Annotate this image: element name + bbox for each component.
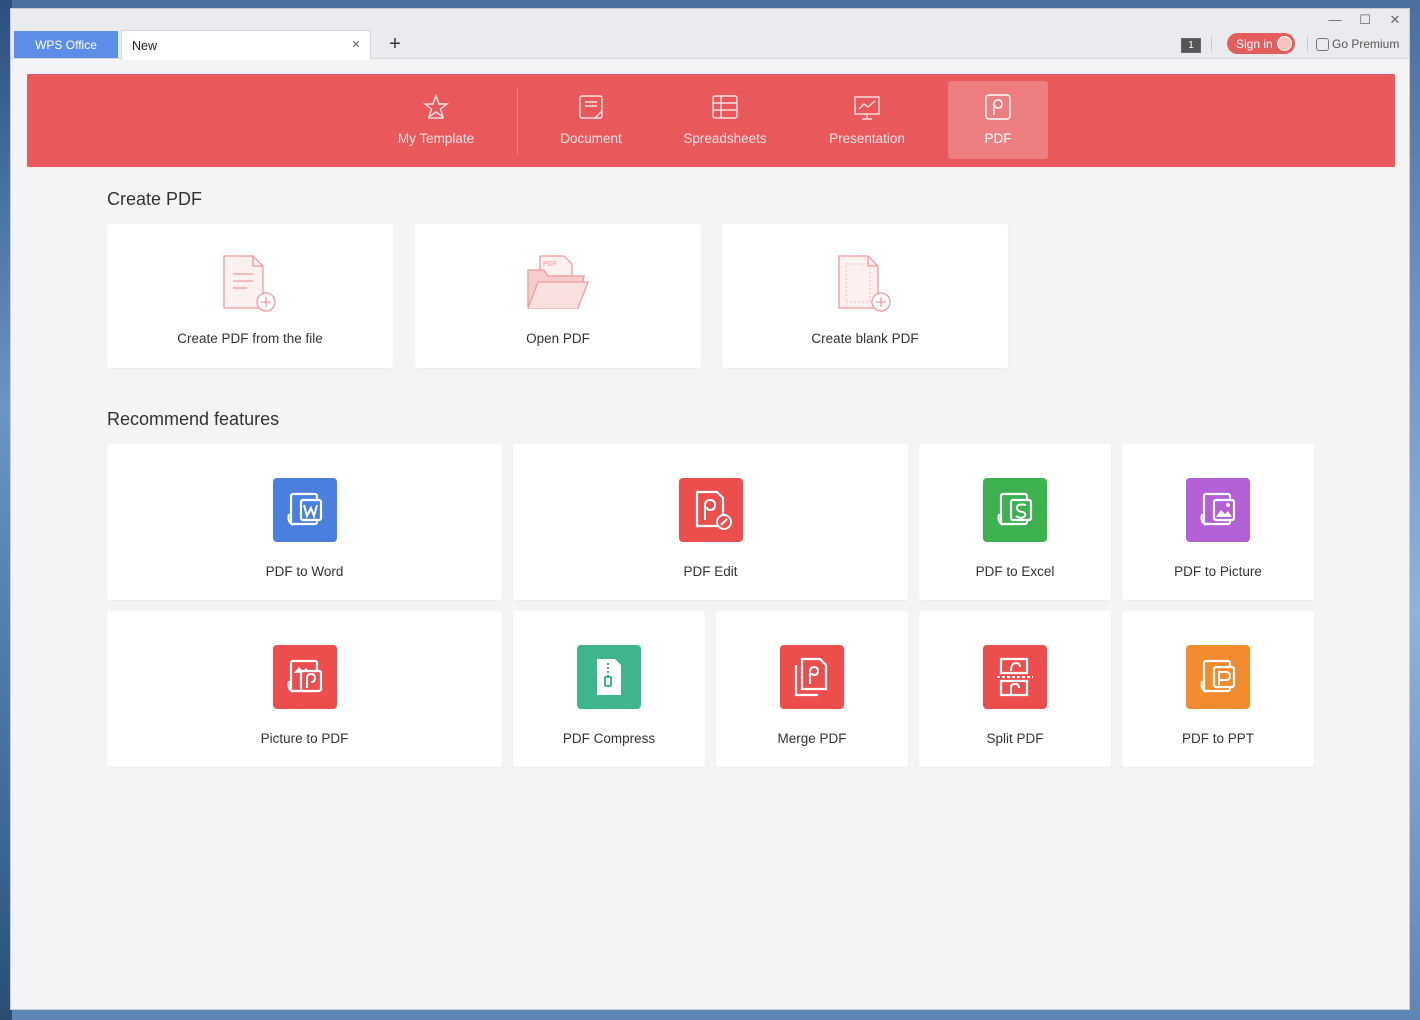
card-label: PDF to Excel xyxy=(975,564,1055,579)
wps-window: WPS Office New × + — ☐ ✕ 1 Sign in Go Pr… xyxy=(10,8,1410,1010)
recommend-features-heading: Recommend features xyxy=(107,409,280,429)
minimize-button[interactable]: — xyxy=(1325,11,1345,29)
split-pdf-icon xyxy=(983,645,1047,709)
card-label: PDF Compress xyxy=(562,731,656,746)
pdf-to-picture-icon xyxy=(1186,478,1250,542)
pdf-icon xyxy=(985,94,1011,120)
category-label: Document xyxy=(560,131,622,146)
create-blank-pdf-card[interactable]: Create blank PDF xyxy=(722,224,1008,368)
window-counter-badge[interactable]: 1 xyxy=(1181,38,1201,53)
blank-page-add-icon xyxy=(838,255,891,312)
merge-pdf-card[interactable]: Merge PDF xyxy=(716,611,908,767)
category-banner: My Template Document Spreadsheets Presen… xyxy=(27,74,1395,167)
sign-in-button[interactable]: Sign in xyxy=(1227,33,1295,54)
merge-pdf-icon xyxy=(780,645,844,709)
pdf-edit-icon xyxy=(679,478,743,542)
create-pdf-from-file-card[interactable]: Create PDF from the file xyxy=(107,224,393,368)
pdf-to-excel-icon xyxy=(983,478,1047,542)
divider xyxy=(1211,36,1212,52)
card-label: Open PDF xyxy=(526,331,590,346)
card-label: PDF to Word xyxy=(265,564,344,579)
picture-to-pdf-icon xyxy=(273,645,337,709)
close-icon[interactable]: × xyxy=(350,37,362,52)
close-window-button[interactable]: ✕ xyxy=(1385,11,1405,29)
category-presentation[interactable]: Presentation xyxy=(817,81,917,159)
go-premium-button[interactable]: Go Premium xyxy=(1316,35,1399,53)
open-folder-icon: PDF xyxy=(527,255,589,309)
maximize-button[interactable]: ☐ xyxy=(1355,11,1375,29)
add-tab-button[interactable]: + xyxy=(385,34,405,54)
create-pdf-heading: Create PDF xyxy=(107,189,203,209)
divider xyxy=(1307,36,1308,52)
category-my-template[interactable]: My Template xyxy=(386,81,486,159)
card-label: PDF to PPT xyxy=(1181,731,1254,746)
category-label: Presentation xyxy=(829,131,905,146)
category-label: PDF xyxy=(984,131,1012,146)
open-pdf-card[interactable]: PDF Open PDF xyxy=(415,224,701,368)
card-label: PDF to Picture xyxy=(1174,564,1262,579)
picture-to-pdf-card[interactable]: Picture to PDF xyxy=(107,611,502,767)
pdf-to-word-icon xyxy=(273,478,337,542)
pdf-to-ppt-card[interactable]: PDF to PPT xyxy=(1122,611,1314,767)
split-pdf-card[interactable]: Split PDF xyxy=(919,611,1111,767)
pdf-to-ppt-icon xyxy=(1186,645,1250,709)
category-spreadsheets[interactable]: Spreadsheets xyxy=(675,81,775,159)
pdf-edit-card[interactable]: PDF Edit xyxy=(513,444,908,600)
pdf-to-excel-card[interactable]: PDF to Excel xyxy=(919,444,1111,600)
premium-icon xyxy=(1316,37,1329,51)
category-document[interactable]: Document xyxy=(541,81,641,159)
file-add-icon xyxy=(223,255,276,312)
sign-in-label: Sign in xyxy=(1236,36,1273,51)
spreadsheet-icon xyxy=(712,95,738,119)
go-premium-label: Go Premium xyxy=(1332,37,1400,51)
document-icon xyxy=(579,95,603,119)
card-label: Split PDF xyxy=(986,731,1044,746)
avatar-icon xyxy=(1277,36,1292,51)
tab-new[interactable]: New × xyxy=(121,30,371,60)
category-pdf[interactable]: PDF xyxy=(948,81,1048,159)
card-label: Create blank PDF xyxy=(811,331,919,346)
pdf-to-picture-card[interactable]: PDF to Picture xyxy=(1122,444,1314,600)
tab-wps-office[interactable]: WPS Office xyxy=(14,31,118,58)
card-label: PDF Edit xyxy=(683,564,738,579)
tab-new-label: New xyxy=(132,38,158,53)
pdf-to-word-card[interactable]: PDF to Word xyxy=(107,444,502,600)
category-label: Spreadsheets xyxy=(683,131,767,146)
card-label: Merge PDF xyxy=(777,731,847,746)
divider xyxy=(517,88,518,154)
category-label: My Template xyxy=(397,131,475,146)
title-bar: WPS Office New × + — ☐ ✕ 1 Sign in Go Pr… xyxy=(11,9,1409,60)
presentation-icon xyxy=(854,96,880,120)
pdf-compress-icon xyxy=(577,645,641,709)
star-icon xyxy=(422,94,450,119)
card-label: Create PDF from the file xyxy=(177,331,323,346)
card-label: Picture to PDF xyxy=(260,731,349,746)
pdf-compress-card[interactable]: PDF Compress xyxy=(513,611,705,767)
pdf-badge-text: PDF xyxy=(543,261,557,268)
